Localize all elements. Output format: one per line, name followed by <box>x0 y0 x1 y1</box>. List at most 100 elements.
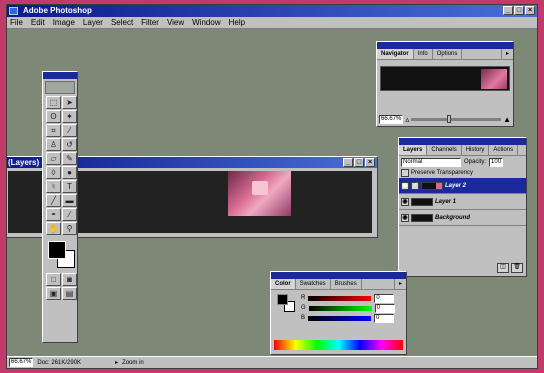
magic-wand-icon[interactable]: ✦ <box>62 110 77 123</box>
menu-help[interactable]: Help <box>229 17 245 28</box>
quickmask-mode-icon[interactable]: ◙ <box>62 273 77 286</box>
minimize-button[interactable]: _ <box>503 6 513 15</box>
menu-window[interactable]: Window <box>192 17 220 28</box>
tab-color[interactable]: Color <box>271 279 296 289</box>
zoom-in-icon[interactable]: ▲ <box>503 115 511 124</box>
layers-titlebar[interactable] <box>399 138 526 145</box>
brush-link-icon[interactable]: ⁄ <box>411 181 419 190</box>
line-icon[interactable]: ╱ <box>46 194 61 207</box>
zoom-slider[interactable] <box>411 114 502 123</box>
eye-icon[interactable]: ◉ <box>401 197 409 206</box>
document-size: Doc: 261K/290K <box>37 359 82 366</box>
window-controls: _ □ × <box>503 6 535 15</box>
maximize-button[interactable]: □ <box>514 6 524 15</box>
blend-mode-select[interactable]: Normal <box>401 157 461 167</box>
channel-value[interactable]: 0 <box>374 293 395 303</box>
channel-slider[interactable] <box>308 295 372 301</box>
layer-row[interactable]: ◉ Layer 1 <box>399 194 526 210</box>
brush-icon[interactable]: ⁄ <box>62 124 77 137</box>
zoom-slider-thumb[interactable] <box>447 114 452 123</box>
crop-icon[interactable]: ⌗ <box>46 124 61 137</box>
adobe-logo[interactable] <box>45 81 75 94</box>
eraser-icon[interactable]: ▱ <box>46 152 61 165</box>
status-arrow-icon[interactable]: ▸ <box>115 359 118 366</box>
preserve-checkbox[interactable] <box>401 169 409 177</box>
stamp-icon[interactable]: ♙ <box>46 138 61 151</box>
pencil-icon[interactable]: ✎ <box>62 152 77 165</box>
tab-info[interactable]: Info <box>414 49 433 59</box>
lasso-icon[interactable]: ʘ <box>46 110 61 123</box>
zoom-icon[interactable]: ⚲ <box>62 222 77 235</box>
toolbox-titlebar[interactable] <box>43 72 77 79</box>
menu-filter[interactable]: Filter <box>141 17 159 28</box>
new-layer-icon[interactable]: ◫ <box>497 263 509 273</box>
tab-layers[interactable]: Layers <box>399 145 428 155</box>
channel-slider[interactable] <box>308 305 372 311</box>
navigator-thumbnail[interactable] <box>380 66 510 91</box>
color-panel: Color Swatches Brushes ▸ R 0 G 0 B 0 <box>270 271 407 355</box>
tab-brushes[interactable]: Brushes <box>331 279 362 289</box>
workspace: (Layers) _ □ × ⬚ ➤ ʘ ✦ ⌗ ⁄ ♙ ↺ ▱ ✎ ◊ ● ♮… <box>7 29 537 356</box>
tab-navigator[interactable]: Navigator <box>377 49 414 59</box>
color-slider-row: G 0 <box>301 303 406 313</box>
eye-icon[interactable]: ◉ <box>401 213 409 222</box>
foreground-color-swatch[interactable] <box>48 241 66 259</box>
screen-mode-1-icon[interactable]: ▣ <box>46 287 61 300</box>
move-icon[interactable]: ➤ <box>62 96 77 109</box>
color-titlebar[interactable] <box>271 272 406 279</box>
status-bar: 66.67% Doc: 261K/290K ▸ Zoom in <box>7 356 537 368</box>
color-slider-row: B 0 <box>301 313 406 323</box>
status-info: Zoom in <box>122 359 144 366</box>
opacity-label: Opacity: <box>464 159 487 165</box>
channel-label: R <box>301 295 306 301</box>
blur-icon[interactable]: ◊ <box>46 166 61 179</box>
panel-menu-arrow-icon[interactable]: ▸ <box>393 279 406 289</box>
color-spectrum-bar[interactable] <box>274 340 403 350</box>
tab-history[interactable]: History <box>462 145 490 155</box>
standard-mode-icon[interactable]: □ <box>46 273 61 286</box>
canvas-photo <box>228 171 291 216</box>
doc-maximize-button[interactable]: □ <box>354 158 364 167</box>
pen-icon[interactable]: ♮ <box>46 180 61 193</box>
hand-icon[interactable]: ✋ <box>46 222 61 235</box>
channel-slider[interactable] <box>308 315 372 321</box>
channel-value[interactable]: 0 <box>374 313 395 323</box>
tab-swatches[interactable]: Swatches <box>296 279 331 289</box>
doc-close-button[interactable]: × <box>365 158 375 167</box>
navigator-zoom-field[interactable]: 66.67% <box>379 114 404 124</box>
dodge-icon[interactable]: ● <box>62 166 77 179</box>
layer-row[interactable]: ◉ Background <box>399 210 526 226</box>
eye-icon[interactable]: ◉ <box>401 181 409 190</box>
zoom-out-icon[interactable]: ▵ <box>405 115 409 124</box>
navigator-titlebar[interactable] <box>377 42 513 49</box>
menu-file[interactable]: File <box>10 17 23 28</box>
tab-channels[interactable]: Channels <box>427 145 462 155</box>
app-titlebar[interactable]: Adobe Photoshop _ □ × <box>7 5 537 17</box>
color-fg-swatch[interactable] <box>277 294 288 305</box>
menu-image[interactable]: Image <box>53 17 75 28</box>
paint-bucket-icon[interactable]: ◓ <box>46 208 61 221</box>
close-button[interactable]: × <box>525 6 535 15</box>
type-icon[interactable]: T <box>62 180 77 193</box>
status-zoom-field[interactable]: 66.67% <box>9 358 34 367</box>
menu-view[interactable]: View <box>167 17 184 28</box>
panel-menu-arrow-icon[interactable]: ▸ <box>500 49 513 59</box>
menu-layer[interactable]: Layer <box>83 17 103 28</box>
trash-icon[interactable]: 🗑 <box>511 263 523 273</box>
marquee-icon[interactable]: ⬚ <box>46 96 61 109</box>
layers-panel: Layers Channels History Actions Normal O… <box>398 137 527 277</box>
tab-options[interactable]: Options <box>433 49 463 59</box>
history-brush-icon[interactable]: ↺ <box>62 138 77 151</box>
tab-actions[interactable]: Actions <box>489 145 519 155</box>
menu-edit[interactable]: Edit <box>31 17 45 28</box>
doc-minimize-button[interactable]: _ <box>343 158 353 167</box>
menu-select[interactable]: Select <box>111 17 133 28</box>
gradient-icon[interactable]: ▬ <box>62 194 77 207</box>
color-swatches <box>46 239 75 269</box>
screen-mode-2-icon[interactable]: ▤ <box>62 287 77 300</box>
channel-value[interactable]: 0 <box>374 303 395 313</box>
opacity-field[interactable]: 100 <box>489 157 504 167</box>
layer-name: Background <box>435 214 471 221</box>
eyedropper-icon[interactable]: ⁄ <box>62 208 77 221</box>
layer-row[interactable]: ◉ ⁄ Layer 2 <box>399 178 526 194</box>
